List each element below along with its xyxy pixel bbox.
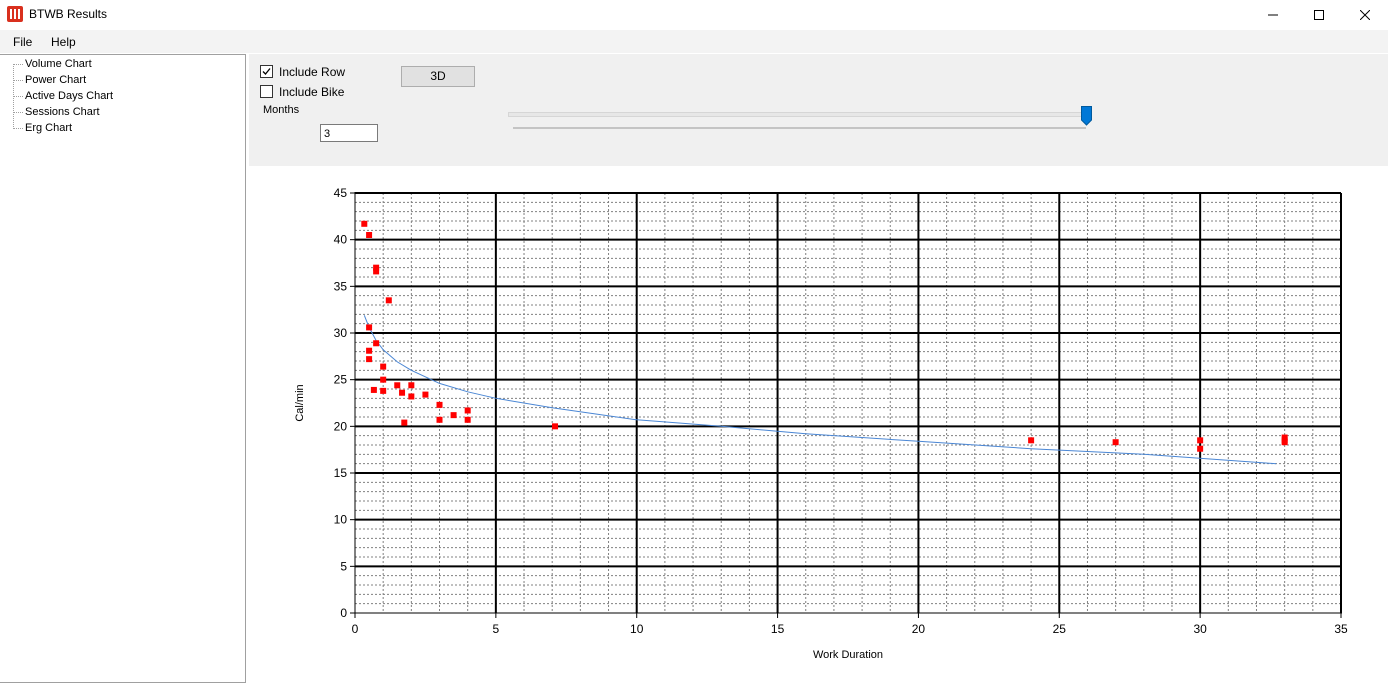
data-point [380, 387, 387, 394]
y-tick-label: 0 [340, 606, 347, 620]
close-icon[interactable] [1342, 0, 1388, 30]
x-tick-label: 35 [1334, 622, 1348, 636]
x-tick-label: 15 [771, 622, 785, 636]
y-tick-label: 35 [334, 279, 348, 293]
title-bar: BTWB Results [0, 0, 1388, 30]
data-point [366, 232, 373, 238]
y-tick-label: 45 [334, 186, 348, 200]
data-point [366, 347, 373, 354]
data-point [1197, 445, 1204, 452]
maximize-icon[interactable] [1296, 0, 1342, 30]
data-point [450, 412, 457, 419]
x-tick-label: 20 [912, 622, 926, 636]
data-point [1028, 437, 1035, 444]
3d-button[interactable]: 3D [401, 66, 475, 87]
tree-item-erg-chart[interactable]: Erg Chart [25, 122, 72, 134]
tree-item-power-chart[interactable]: Power Chart [25, 74, 86, 86]
data-point [361, 220, 368, 227]
data-point [1281, 439, 1288, 446]
minimize-icon[interactable] [1250, 0, 1296, 30]
x-tick-label: 0 [352, 622, 359, 636]
data-point [464, 407, 471, 414]
scatter-chart: 0 5 10 15 20 25 30 35 40 45 0 5 10 15 20 25 30 35 Work Du… [294, 186, 1348, 661]
data-point [380, 376, 387, 383]
data-point [366, 324, 373, 331]
data-point [1197, 437, 1204, 444]
checkmark-icon [262, 68, 271, 75]
data-point [380, 363, 387, 370]
months-input[interactable]: 3 [320, 124, 378, 142]
x-tick-label: 30 [1193, 622, 1207, 636]
data-point [401, 419, 408, 426]
y-tick-label: 20 [334, 419, 348, 433]
y-tick-label: 5 [340, 559, 347, 573]
tree-item-sessions-chart[interactable]: Sessions Chart [25, 106, 100, 118]
include-row-label: Include Row [279, 65, 346, 79]
include-bike-checkbox[interactable] [260, 85, 273, 98]
tree-connector [14, 128, 23, 129]
data-point [552, 423, 559, 430]
data-point [464, 416, 471, 423]
data-point [408, 382, 415, 389]
x-axis-label: Work Duration [813, 649, 883, 661]
data-point [366, 356, 373, 363]
tree-item-volume-chart[interactable]: Volume Chart [25, 58, 92, 70]
include-row-checkbox[interactable] [260, 65, 273, 78]
window-title: BTWB Results [29, 7, 108, 21]
data-point [408, 393, 415, 400]
slider-tick-bar [513, 127, 1086, 129]
x-tick-label: 25 [1053, 622, 1067, 636]
chart-tree-view: Volume Chart Power Chart Active Days Cha… [0, 54, 246, 683]
menu-bar: File Help [0, 30, 1388, 53]
menu-file[interactable]: File [13, 35, 32, 49]
slider-track[interactable] [508, 112, 1090, 117]
y-tick-label: 30 [334, 326, 348, 340]
y-tick-label: 40 [334, 233, 348, 247]
data-point [1112, 439, 1119, 446]
data-point [422, 391, 429, 398]
data-point [436, 416, 443, 423]
data-point [373, 268, 380, 275]
data-point [373, 340, 380, 347]
data-point [436, 401, 443, 408]
controls-panel: Include Row Include Bike 3D Months 3 [249, 54, 1388, 166]
slider-thumb[interactable] [1081, 106, 1092, 126]
include-bike-label: Include Bike [279, 85, 345, 99]
menu-help[interactable]: Help [51, 35, 76, 49]
y-tick-label: 10 [334, 513, 348, 527]
y-axis-label: Cal/min [294, 384, 306, 421]
months-label: Months [263, 104, 300, 116]
data-point [399, 389, 406, 396]
y-tick-label: 15 [334, 466, 348, 480]
tree-connector [14, 64, 23, 65]
y-tick-label: 25 [334, 373, 348, 387]
data-point [385, 297, 392, 304]
tree-connector [14, 112, 23, 113]
data-point [394, 382, 401, 389]
tree-connector [14, 80, 23, 81]
x-tick-label: 10 [630, 622, 644, 636]
x-tick-label: 5 [493, 622, 500, 636]
app-logo-icon [7, 6, 23, 22]
tree-connector [14, 96, 23, 97]
data-point [370, 386, 377, 393]
chart-area: 0 5 10 15 20 25 30 35 40 45 0 5 10 15 20 25 30 35 Work Du… [249, 166, 1388, 681]
tree-item-active-days-chart[interactable]: Active Days Chart [25, 90, 113, 102]
